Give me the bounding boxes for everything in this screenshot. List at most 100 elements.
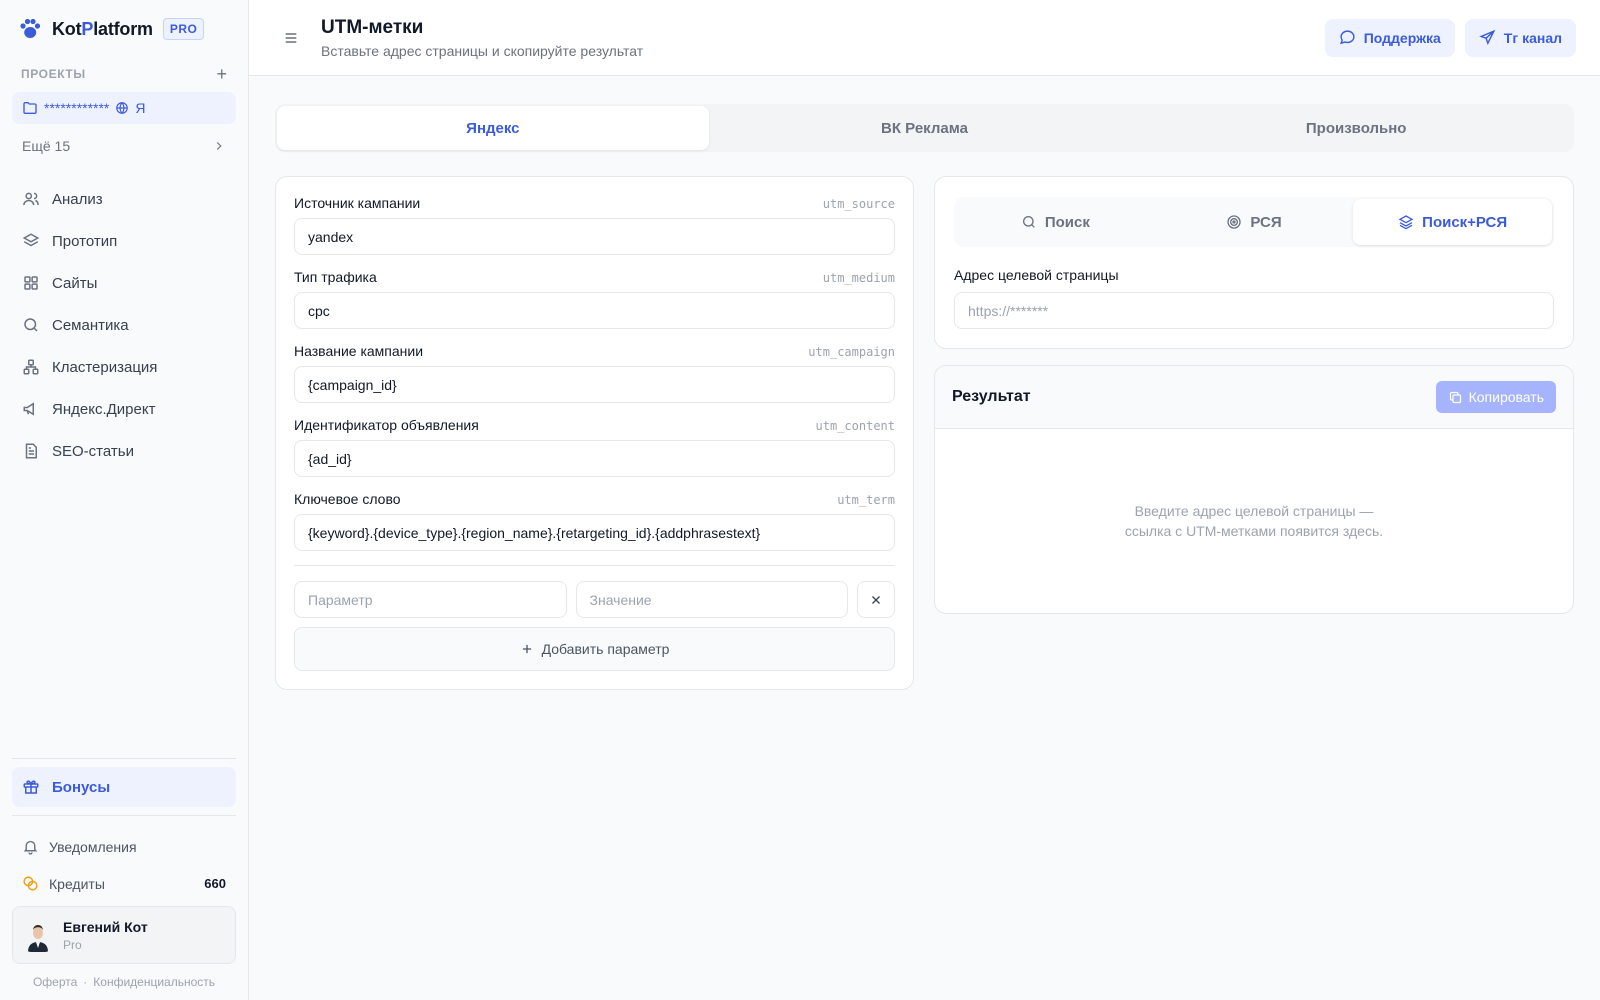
utm-source-input[interactable]: yandex bbox=[294, 218, 895, 255]
telegram-label: Tг канал bbox=[1503, 29, 1562, 46]
main: UTM-метки Вставьте адрес страницы и скоп… bbox=[249, 0, 1600, 1000]
footer-separator: · bbox=[83, 975, 88, 989]
notifications-label: Уведомления bbox=[49, 838, 137, 855]
nav-item-semantics[interactable]: Семантика bbox=[12, 304, 236, 346]
privacy-link[interactable]: Конфиденциальность bbox=[93, 975, 215, 989]
copy-button[interactable]: Копировать bbox=[1435, 381, 1556, 413]
nav-item-clustering[interactable]: Кластеризация bbox=[12, 346, 236, 388]
field-label: Источник кампании bbox=[294, 195, 421, 211]
field-code: utm_campaign bbox=[808, 345, 895, 359]
menu-icon[interactable] bbox=[283, 30, 299, 46]
document-icon bbox=[25, 443, 37, 459]
projects-title: ПРОЕКТЫ bbox=[21, 67, 86, 81]
tab-label: Поиск+РСЯ bbox=[1422, 213, 1508, 231]
right-column: Поиск РСЯ Поиск+РСЯ Адрес целевой страни… bbox=[934, 176, 1574, 690]
platform-tabs: Яндекс ВК Реклама Произвольно bbox=[275, 104, 1574, 152]
search-icon bbox=[1022, 216, 1035, 228]
add-param-label: Добавить параметр bbox=[541, 641, 670, 657]
nav-item-yandex-direct[interactable]: Яндекс.Директ bbox=[12, 388, 236, 430]
page-title: UTM-метки bbox=[321, 16, 424, 38]
utm-medium-field: Тип трафика utm_medium cpc bbox=[294, 269, 895, 329]
field-code: utm_term bbox=[837, 493, 895, 507]
tab-rsya[interactable]: РСЯ bbox=[1155, 199, 1354, 245]
globe-icon bbox=[116, 102, 129, 114]
utm-content-input[interactable]: {ad_id} bbox=[294, 440, 895, 477]
close-icon bbox=[872, 595, 880, 604]
custom-param-row: Параметр Значение bbox=[294, 581, 895, 618]
support-button[interactable]: Поддержка bbox=[1324, 18, 1455, 57]
field-code: utm_content bbox=[815, 419, 895, 433]
users-icon bbox=[23, 192, 39, 206]
nav-label: Кластеризация bbox=[52, 358, 158, 376]
grid-icon bbox=[24, 276, 38, 290]
telegram-button[interactable]: Tг канал bbox=[1464, 18, 1576, 57]
utm-term-input[interactable]: {keyword}.{device_type}.{region_name}.{r… bbox=[294, 514, 895, 551]
copy-label: Копировать bbox=[1468, 389, 1544, 405]
target-url-input[interactable]: https://******* bbox=[954, 292, 1554, 329]
active-project[interactable]: ************ Я bbox=[12, 92, 236, 124]
user-card[interactable]: Евгений Кот Pro bbox=[12, 906, 236, 964]
ad-type-tabs: Поиск РСЯ Поиск+РСЯ bbox=[954, 197, 1554, 247]
result-header: Результат Копировать bbox=[935, 366, 1573, 429]
sidebar-bottom: Бонусы Уведомления Кредиты 660 Евгений К… bbox=[12, 758, 236, 1000]
tab-search-rsya[interactable]: Поиск+РСЯ bbox=[1353, 199, 1553, 245]
result-card: Результат Копировать Введите адрес целев… bbox=[934, 365, 1574, 614]
add-param-button[interactable]: Добавить параметр bbox=[294, 627, 895, 671]
utm-form-card: Источник кампании utm_source yandex Тип … bbox=[275, 176, 914, 690]
tab-custom[interactable]: Произвольно bbox=[1140, 106, 1572, 150]
nav-item-prototype[interactable]: Прототип bbox=[12, 220, 236, 262]
field-label: Название кампании bbox=[294, 343, 424, 359]
support-label: Поддержка bbox=[1363, 29, 1441, 46]
tab-search[interactable]: Поиск bbox=[956, 199, 1155, 245]
remove-param-button[interactable] bbox=[857, 581, 895, 618]
nav-label: SEO-статьи bbox=[52, 442, 134, 460]
layers-icon bbox=[1398, 215, 1414, 230]
sidebar: KotPlatform PRO ПРОЕКТЫ + ************ Я… bbox=[0, 0, 249, 1000]
bonus-button[interactable]: Бонусы bbox=[12, 767, 236, 807]
plus-icon bbox=[522, 644, 531, 654]
target-card: Поиск РСЯ Поиск+РСЯ Адрес целевой страни… bbox=[934, 176, 1574, 349]
credits-value: 660 bbox=[204, 876, 226, 891]
more-projects[interactable]: Ещё 15 bbox=[12, 126, 236, 166]
nav-label: Яндекс.Директ bbox=[52, 400, 156, 418]
utm-content-field: Идентификатор объявления utm_content {ad… bbox=[294, 417, 895, 477]
brand[interactable]: KotPlatform PRO bbox=[12, 0, 236, 58]
credits-label: Кредиты bbox=[49, 875, 105, 892]
nav-item-seo-articles[interactable]: SEO-статьи bbox=[12, 430, 236, 472]
bonus-label: Бонусы bbox=[52, 778, 111, 796]
param-value-input[interactable]: Значение bbox=[575, 581, 848, 618]
nav-label: Прототип bbox=[52, 232, 118, 250]
param-name-input[interactable]: Параметр bbox=[294, 581, 567, 618]
field-code: utm_medium bbox=[822, 271, 895, 285]
footer-links: Оферта · Конфиденциальность bbox=[12, 964, 236, 1000]
field-label: Ключевое слово bbox=[294, 491, 401, 507]
utm-campaign-input[interactable]: {campaign_id} bbox=[294, 366, 895, 403]
tab-label: РСЯ bbox=[1250, 213, 1282, 231]
brand-name: KotPlatform bbox=[52, 18, 153, 39]
tab-yandex[interactable]: Яндекс bbox=[277, 106, 709, 150]
empty-line-1: Введите адрес целевой страницы — bbox=[1134, 503, 1374, 519]
divider bbox=[12, 758, 236, 759]
columns: Источник кампании utm_source yandex Тип … bbox=[275, 176, 1574, 690]
copy-icon bbox=[1449, 391, 1461, 403]
nav-item-analysis[interactable]: Анализ bbox=[12, 178, 236, 220]
tab-vk-ads[interactable]: ВК Реклама bbox=[709, 106, 1141, 150]
layers-icon bbox=[22, 233, 40, 247]
megaphone-icon bbox=[23, 402, 34, 416]
offer-link[interactable]: Оферта bbox=[33, 975, 77, 989]
yandex-mark: Я bbox=[135, 100, 146, 116]
pro-badge: PRO bbox=[162, 18, 205, 40]
cluster-icon bbox=[23, 359, 39, 375]
utm-medium-input[interactable]: cpc bbox=[294, 292, 895, 329]
target-icon bbox=[1227, 215, 1242, 229]
notifications-item[interactable]: Уведомления bbox=[12, 828, 236, 865]
user-name: Евгений Кот bbox=[63, 918, 148, 935]
utm-campaign-field: Название кампании utm_campaign {campaign… bbox=[294, 343, 895, 403]
nav-label: Сайты bbox=[52, 274, 98, 292]
add-project-icon[interactable]: + bbox=[216, 65, 227, 83]
utm-term-field: Ключевое слово utm_term {keyword}.{devic… bbox=[294, 491, 895, 551]
nav-label: Семантика bbox=[52, 316, 129, 334]
divider bbox=[294, 565, 895, 566]
credits-item[interactable]: Кредиты 660 bbox=[12, 865, 236, 902]
nav-item-sites[interactable]: Сайты bbox=[12, 262, 236, 304]
